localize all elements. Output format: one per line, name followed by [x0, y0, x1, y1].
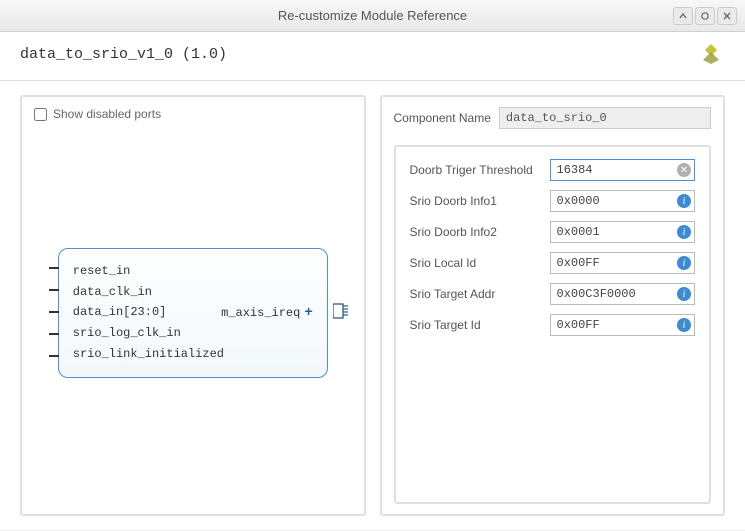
port-tick-icon: [49, 355, 59, 357]
show-disabled-ports-input[interactable]: [34, 108, 47, 121]
configuration-panel: Component Name Doorb Triger Threshold ✕ …: [380, 95, 726, 516]
param-target-addr: Srio Target Addr i: [410, 283, 696, 305]
module-block[interactable]: reset_in data_clk_in data_in[23:0] srio_…: [58, 248, 328, 378]
info-icon[interactable]: i: [677, 225, 691, 239]
close-button[interactable]: [717, 7, 737, 25]
param-label: Doorb Triger Threshold: [410, 163, 540, 177]
param-input-wrap: i: [550, 221, 696, 243]
param-label: Srio Local Id: [410, 256, 540, 270]
window-title: Re-customize Module Reference: [278, 8, 467, 23]
port-reset-in[interactable]: reset_in: [73, 261, 313, 281]
param-target-id: Srio Target Id i: [410, 314, 696, 336]
header-row: data_to_srio_v1_0 (1.0): [0, 32, 745, 81]
component-name-row: Component Name: [394, 107, 712, 129]
parameters-panel: Doorb Triger Threshold ✕ Srio Doorb Info…: [394, 145, 712, 504]
port-tick-icon: [49, 267, 59, 269]
param-label: Srio Target Addr: [410, 287, 540, 301]
port-label: srio_log_clk_in: [73, 326, 181, 340]
port-data-clk-in[interactable]: data_clk_in: [73, 282, 313, 302]
bus-interface-icon: [333, 301, 349, 325]
vivado-logo-icon: [697, 40, 725, 68]
module-title: data_to_srio_v1_0 (1.0): [20, 46, 227, 63]
param-input[interactable]: [550, 283, 696, 305]
param-doorb-threshold: Doorb Triger Threshold ✕: [410, 159, 696, 181]
param-doorb-info2: Srio Doorb Info2 i: [410, 221, 696, 243]
port-label: srio_link_initialized: [73, 347, 224, 361]
port-tick-icon: [49, 289, 59, 291]
param-input[interactable]: [550, 190, 696, 212]
show-disabled-ports-label: Show disabled ports: [53, 107, 161, 121]
param-input[interactable]: [550, 252, 696, 274]
param-doorb-info1: Srio Doorb Info1 i: [410, 190, 696, 212]
clear-icon[interactable]: ✕: [677, 163, 691, 177]
info-icon[interactable]: i: [677, 318, 691, 332]
maximize-button[interactable]: [695, 7, 715, 25]
port-srio-link-initialized[interactable]: srio_link_initialized: [73, 344, 313, 364]
info-icon[interactable]: i: [677, 194, 691, 208]
param-label: Srio Doorb Info2: [410, 225, 540, 239]
component-name-field: [499, 107, 711, 129]
expand-plus-icon[interactable]: +: [304, 305, 312, 321]
info-icon[interactable]: i: [677, 287, 691, 301]
param-input-wrap: ✕: [550, 159, 696, 181]
titlebar: Re-customize Module Reference: [0, 0, 745, 32]
param-local-id: Srio Local Id i: [410, 252, 696, 274]
port-m-axis-ireq[interactable]: m_axis_ireq +: [221, 305, 313, 321]
port-srio-log-clk-in[interactable]: srio_log_clk_in: [73, 323, 313, 343]
symbol-panel: Show disabled ports reset_in data_clk_in…: [20, 95, 366, 516]
port-tick-icon: [49, 333, 59, 335]
port-label: m_axis_ireq: [221, 306, 300, 320]
content-area: Show disabled ports reset_in data_clk_in…: [0, 81, 745, 530]
minimize-button[interactable]: [673, 7, 693, 25]
param-label: Srio Doorb Info1: [410, 194, 540, 208]
param-input-wrap: i: [550, 314, 696, 336]
info-icon[interactable]: i: [677, 256, 691, 270]
param-input[interactable]: [550, 314, 696, 336]
param-input[interactable]: [550, 159, 696, 181]
port-tick-icon: [49, 311, 59, 313]
show-disabled-ports-checkbox[interactable]: Show disabled ports: [34, 107, 352, 121]
param-label: Srio Target Id: [410, 318, 540, 332]
port-label: reset_in: [73, 264, 131, 278]
port-label: data_clk_in: [73, 285, 152, 299]
param-input-wrap: i: [550, 252, 696, 274]
port-label: data_in[23:0]: [73, 305, 167, 319]
block-diagram-area: reset_in data_clk_in data_in[23:0] srio_…: [34, 121, 352, 504]
window-controls: [673, 7, 737, 25]
param-input[interactable]: [550, 221, 696, 243]
component-name-label: Component Name: [394, 111, 491, 125]
param-input-wrap: i: [550, 283, 696, 305]
param-input-wrap: i: [550, 190, 696, 212]
